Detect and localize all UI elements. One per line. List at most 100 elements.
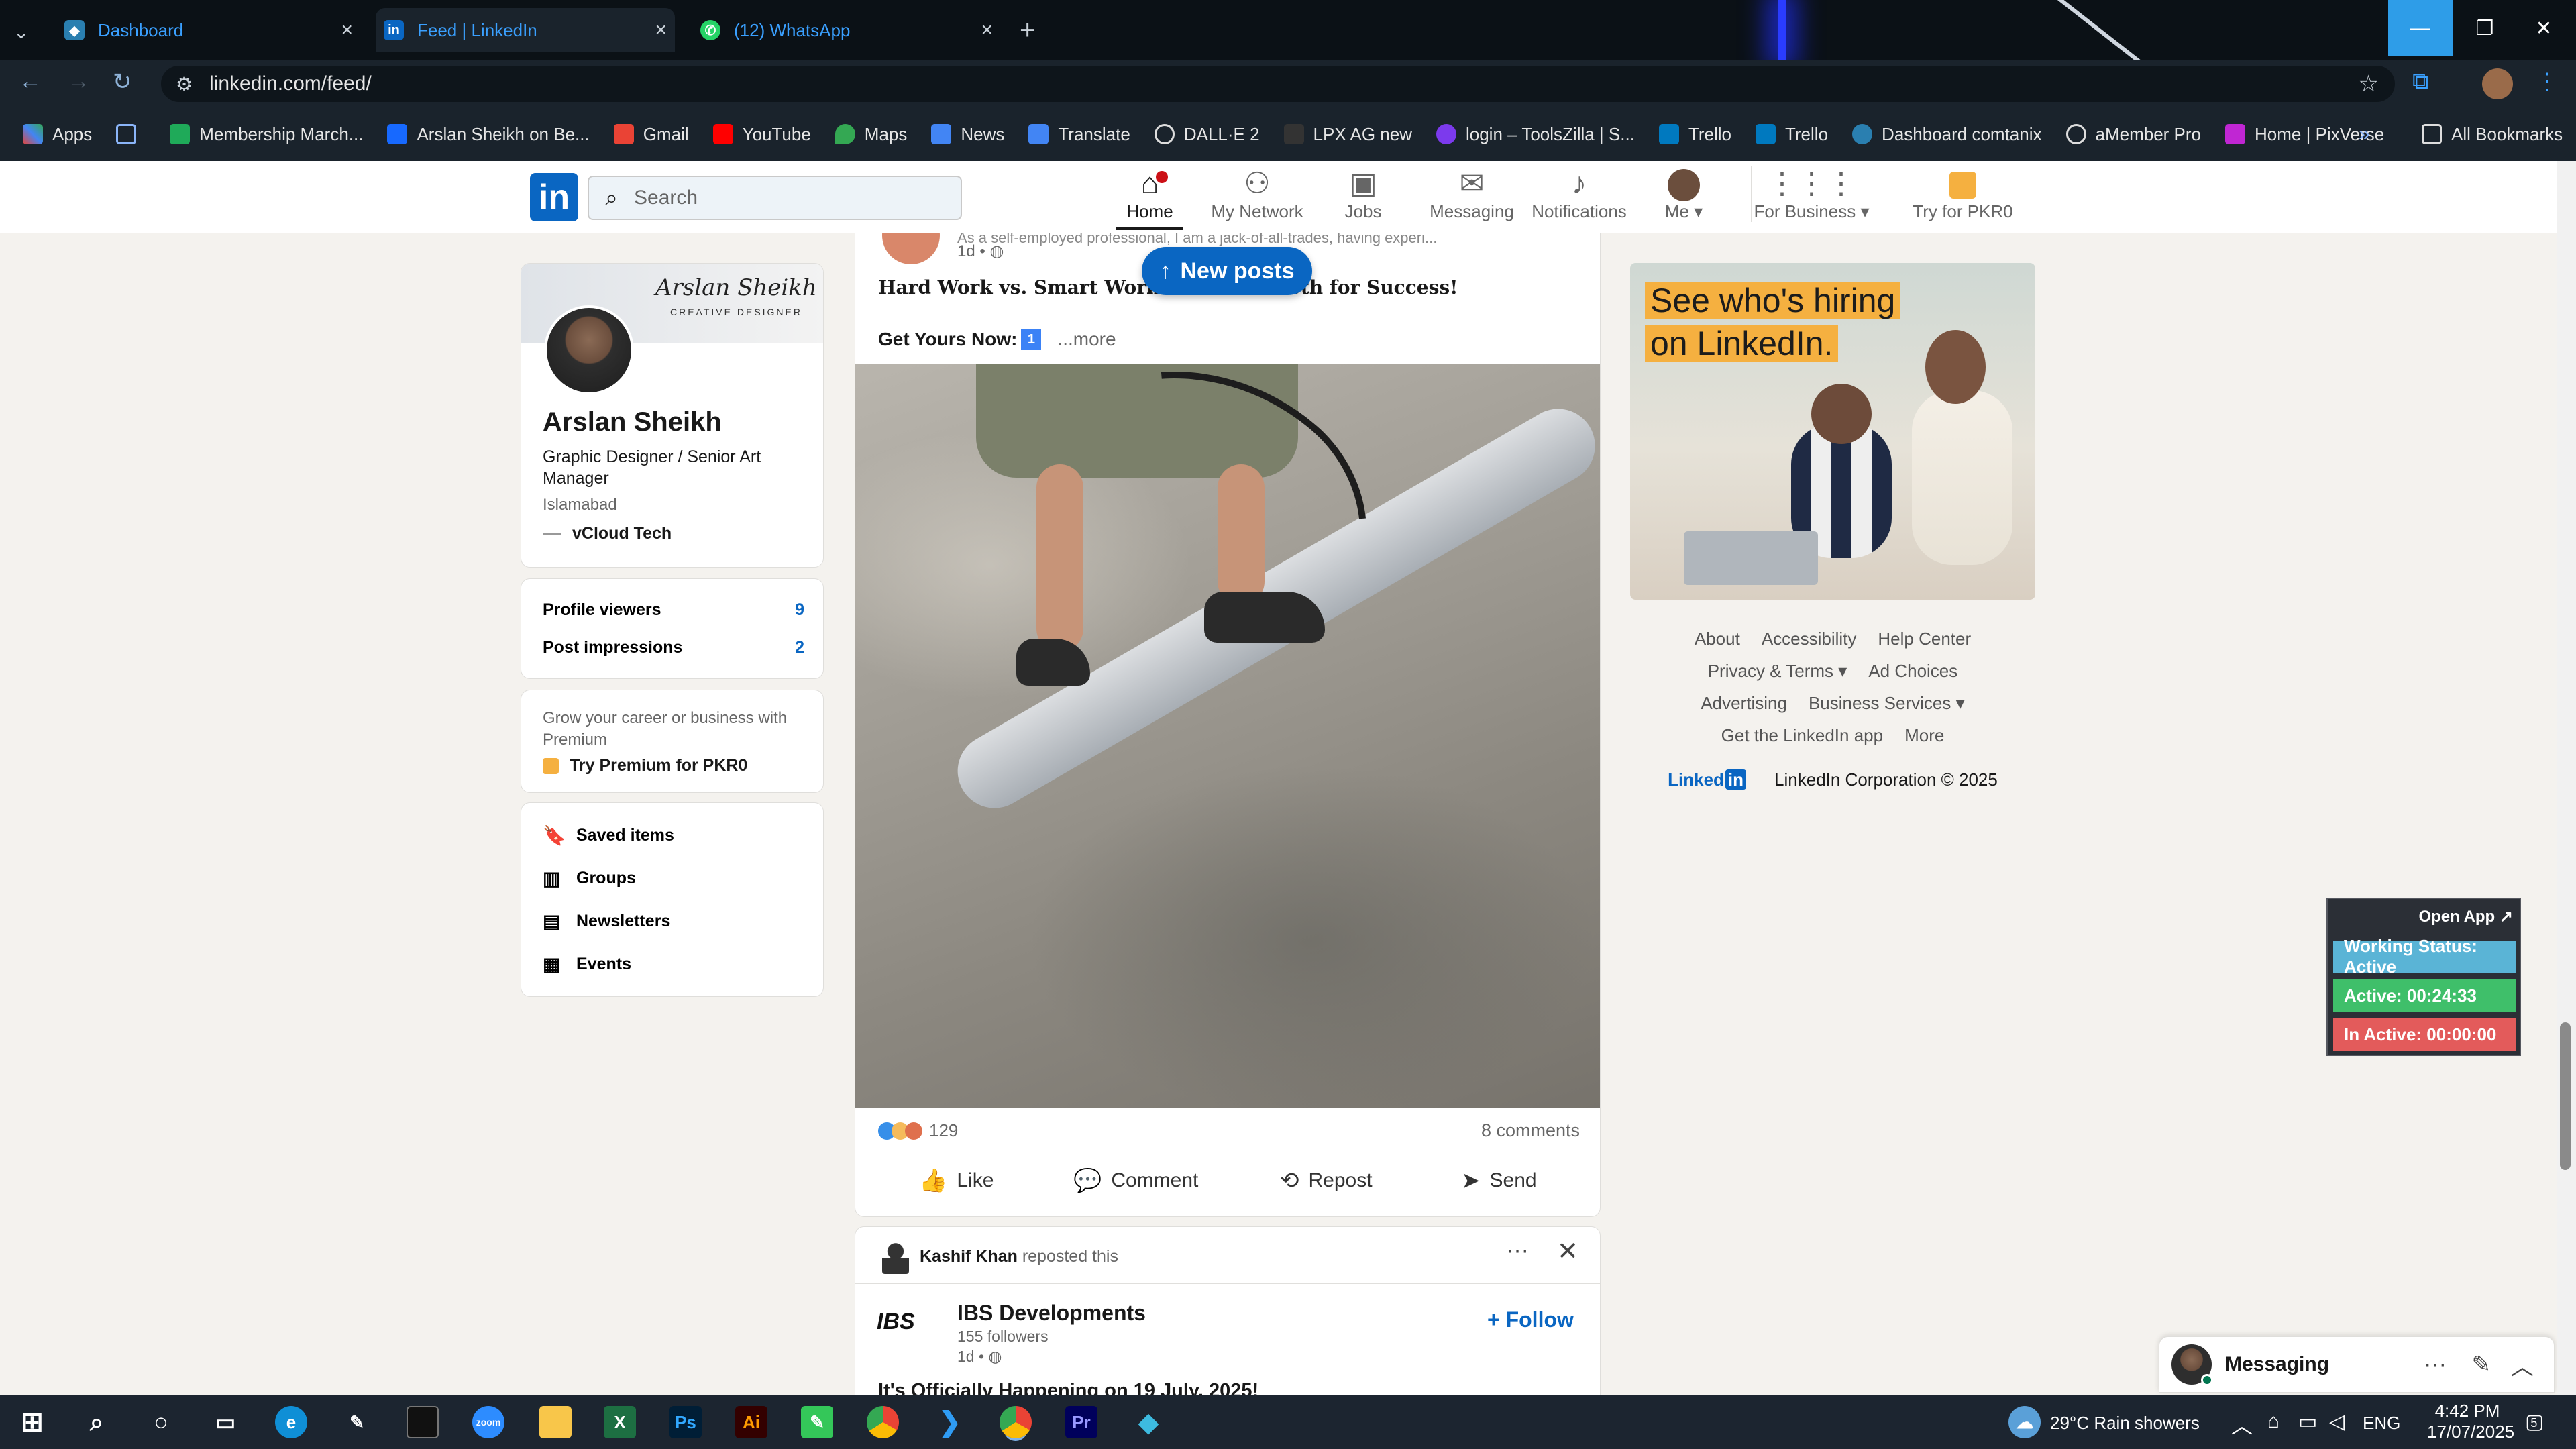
language-indicator[interactable]: ENG <box>2363 1413 2400 1434</box>
bookmark-item[interactable]: Trello <box>1658 124 1731 145</box>
browser-menu-icon[interactable]: ⋮ <box>2536 68 2559 95</box>
chrome-icon[interactable] <box>867 1406 899 1438</box>
nav-home[interactable]: ⌂ Home <box>1089 166 1210 230</box>
reposter-name[interactable]: Kashif Khan <box>920 1247 1018 1266</box>
profile-name[interactable]: Arslan Sheikh <box>543 407 722 437</box>
close-tab-icon[interactable]: × <box>341 19 353 42</box>
minimize-button[interactable]: — <box>2388 0 2453 56</box>
post-author-avatar[interactable] <box>882 233 940 264</box>
close-tab-icon[interactable]: × <box>655 19 667 42</box>
more-bookmarks-icon[interactable]: » <box>2359 123 2370 146</box>
search-icon[interactable]: ⌕ <box>80 1406 113 1438</box>
nav-for-business[interactable]: ⋮⋮⋮ For Business ▾ <box>1751 166 1872 222</box>
premiere-icon[interactable]: Pr <box>1065 1406 1097 1438</box>
bookmark-item[interactable]: Membership March... <box>170 124 363 145</box>
reposter-avatar[interactable] <box>882 1242 909 1274</box>
cortana-icon[interactable]: ○ <box>145 1406 177 1438</box>
bookmark-item[interactable]: login – ToolsZilla | S... <box>1436 124 1635 145</box>
nav-jobs[interactable]: ▣ Jobs <box>1303 166 1424 222</box>
footer-link[interactable]: Ad Choices <box>1868 661 1957 681</box>
edge-icon[interactable]: e <box>275 1406 307 1438</box>
tab-list-button[interactable]: ⌄ <box>13 9 29 54</box>
pen-tool-icon[interactable]: ✎ <box>341 1406 373 1438</box>
site-info-icon[interactable]: ⚙ <box>176 73 193 95</box>
see-more-link[interactable]: ...more <box>1057 329 1116 350</box>
footer-link[interactable]: About <box>1695 629 1740 649</box>
page-scrollbar[interactable] <box>2557 161 2576 1395</box>
bookmark-item[interactable]: Gmail <box>613 124 689 145</box>
bookmark-item[interactable]: LPX AG new <box>1283 124 1412 145</box>
app-diamond-icon[interactable]: ◆ <box>1132 1406 1165 1438</box>
open-app-link[interactable]: Open App ↗ <box>2418 907 2513 926</box>
close-tab-icon[interactable]: × <box>981 19 993 42</box>
clock[interactable]: 4:42 PM 17/07/2025 <box>2427 1401 2514 1442</box>
profile-company[interactable]: vCloud Tech <box>543 524 672 543</box>
company-name[interactable]: IBS Developments <box>957 1301 1146 1326</box>
bookmark-item[interactable]: Trello <box>1755 124 1828 145</box>
bookmark-item[interactable]: Maps <box>835 124 907 145</box>
weather-icon[interactable]: ☁ <box>2008 1406 2041 1438</box>
network-icon[interactable]: ▭ <box>2298 1410 2317 1434</box>
scrollbar-thumb[interactable] <box>2560 1022 2571 1170</box>
bookmark-item[interactable]: Apps <box>23 124 92 145</box>
bookmark-item[interactable]: YouTube <box>712 124 811 145</box>
bookmark-item[interactable]: aMember Pro <box>2065 124 2201 145</box>
tab-linkedin[interactable]: in Feed | LinkedIn × <box>376 8 675 52</box>
new-tab-button[interactable]: + <box>1020 8 1035 52</box>
tab-dashboard[interactable]: ◆ Dashboard × <box>64 8 353 52</box>
footer-link[interactable]: Accessibility <box>1762 629 1857 649</box>
tray-icon[interactable]: ⌂ <box>2267 1410 2279 1433</box>
profile-viewers-row[interactable]: Profile viewers 9 <box>543 600 804 620</box>
bookmark-item[interactable]: News <box>931 124 1004 145</box>
forward-icon[interactable]: → <box>67 68 90 95</box>
illustrator-icon[interactable]: Ai <box>735 1406 767 1438</box>
terminal-icon[interactable] <box>407 1406 439 1438</box>
newsletters-link[interactable]: ▤ Newsletters <box>543 910 670 932</box>
nav-messaging[interactable]: ✉ Messaging <box>1411 166 1532 222</box>
footer-link[interactable]: Advertising <box>1701 693 1787 713</box>
send-button[interactable]: ➤ Send <box>1461 1167 1537 1194</box>
browser-profile-avatar[interactable] <box>2482 68 2513 99</box>
bookmark-item[interactable]: DALL·E 2 <box>1154 124 1260 145</box>
dismiss-post-icon[interactable]: ✕ <box>1557 1236 1578 1267</box>
like-button[interactable]: 👍 Like <box>919 1167 994 1194</box>
bookmark-item[interactable]: Dashboard comtanix <box>1852 124 2042 145</box>
vscode-icon[interactable]: ❯ <box>934 1406 966 1438</box>
ibs-logo-icon[interactable]: IBS <box>877 1309 947 1342</box>
close-window-button[interactable]: ✕ <box>2512 0 2576 56</box>
search-input[interactable]: ⌕ Search <box>588 176 962 220</box>
chrome-active-icon[interactable] <box>1000 1406 1032 1438</box>
reactions-summary[interactable]: 129 <box>878 1120 958 1141</box>
bookmark-item[interactable]: Arslan Sheikh on Be... <box>387 124 590 145</box>
reload-icon[interactable]: ↻ <box>113 68 132 95</box>
repost-button[interactable]: ⟲ Repost <box>1280 1167 1373 1194</box>
photoshop-icon[interactable]: Ps <box>669 1406 702 1438</box>
footer-link[interactable]: More <box>1904 725 1944 745</box>
bookmark-item[interactable]: Translate <box>1028 124 1130 145</box>
nav-me[interactable]: Me ▾ <box>1623 166 1744 222</box>
task-view-icon[interactable]: ▭ <box>209 1406 241 1438</box>
post-impressions-row[interactable]: Post impressions 2 <box>543 638 804 657</box>
volume-icon[interactable]: ◁ <box>2329 1410 2345 1434</box>
file-explorer-icon[interactable] <box>539 1406 572 1438</box>
zoom-icon[interactable]: zoom <box>472 1406 504 1438</box>
comment-button[interactable]: 💬 Comment <box>1073 1167 1198 1194</box>
messaging-options-icon[interactable]: ··· <box>2424 1352 2447 1378</box>
app-icon[interactable]: ✎ <box>801 1406 833 1438</box>
nav-my-network[interactable]: ⚇ My Network <box>1197 166 1318 222</box>
post-options-icon[interactable]: ··· <box>1506 1238 1529 1264</box>
try-premium-link[interactable]: Try Premium for PKR0 <box>543 756 747 775</box>
footer-link[interactable]: Business Services ▾ <box>1809 693 1965 713</box>
profile-avatar[interactable] <box>544 305 634 395</box>
restore-button[interactable]: ❐ <box>2453 0 2517 56</box>
premium-card[interactable]: Grow your career or business with Premiu… <box>521 690 824 793</box>
hiring-ad[interactable]: See who's hiring on LinkedIn. <box>1630 263 2035 600</box>
weather-text[interactable]: 29°C Rain showers <box>2050 1413 2200 1434</box>
comments-count-link[interactable]: 8 comments <box>1481 1120 1580 1141</box>
windows-start-icon[interactable]: ⊞ <box>16 1406 48 1438</box>
all-bookmarks-button[interactable]: All Bookmarks <box>2422 124 2563 145</box>
bookmark-item[interactable] <box>116 124 146 144</box>
new-posts-button[interactable]: ↑ New posts <box>1142 247 1312 295</box>
extensions-icon[interactable]: ⧉ <box>2412 68 2428 95</box>
footer-link[interactable]: Get the LinkedIn app <box>1721 725 1883 745</box>
